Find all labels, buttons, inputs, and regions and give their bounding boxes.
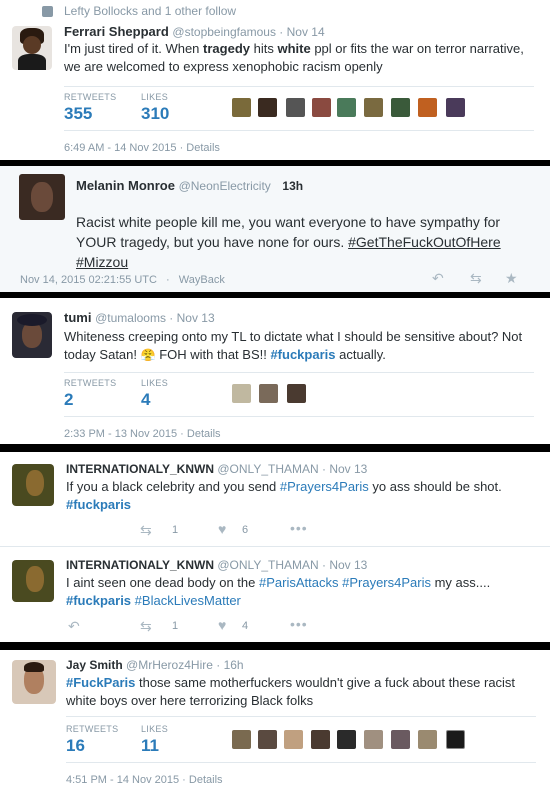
- author-handle[interactable]: @MrHeroz4Hire · 16h: [126, 658, 244, 672]
- liker-avatar[interactable]: [258, 98, 277, 117]
- footer-date: Nov 14, 2015 02:21:55 UTC · WayBack: [20, 274, 225, 286]
- author-name[interactable]: INTERNATIONALY_KNWN: [66, 462, 214, 476]
- tweet-panel-4: INTERNATIONALY_KNWN @ONLY_THAMAN · Nov 1…: [0, 452, 550, 642]
- liker-avatar[interactable]: [446, 730, 465, 749]
- likes-label: LIKES: [141, 724, 169, 734]
- liker-avatar[interactable]: [232, 98, 251, 117]
- reply-icon[interactable]: ↶: [432, 270, 444, 287]
- author-name[interactable]: Ferrari Sheppard: [64, 24, 169, 39]
- heart-icon[interactable]: ♥: [218, 617, 226, 633]
- liker-avatar[interactable]: [232, 384, 251, 403]
- hashtag-link[interactable]: #fuckparis: [66, 497, 131, 512]
- retweet-count: 1: [172, 620, 179, 632]
- tweet-text: If you a black celebrity and you send #P…: [66, 479, 502, 512]
- follow-person-icon: [42, 6, 53, 17]
- liker-avatar[interactable]: [391, 98, 410, 117]
- liker-avatar[interactable]: [418, 98, 437, 117]
- liker-avatar[interactable]: [284, 730, 303, 749]
- more-icon[interactable]: •••: [290, 520, 308, 536]
- tweet-text: #FuckParis those same motherfuckers woul…: [66, 675, 516, 708]
- tweet-panel-2: Melanin Monroe @NeonElectricity 13h Raci…: [0, 166, 550, 292]
- liker-avatar[interactable]: [312, 98, 331, 117]
- liker-avatar[interactable]: [259, 384, 278, 403]
- follow-notice[interactable]: Lefty Bollocks and 1 other follow: [64, 4, 236, 18]
- like-count: 6: [242, 524, 249, 536]
- liker-avatar[interactable]: [286, 98, 305, 117]
- tweet-panel-3: tumi @tumalooms · Nov 13 Whiteness creep…: [0, 298, 550, 444]
- liker-avatar[interactable]: [364, 730, 383, 749]
- retweets-label: RETWEETS: [64, 378, 117, 388]
- liker-avatar[interactable]: [446, 98, 465, 117]
- avatar[interactable]: [12, 26, 52, 70]
- liker-avatar[interactable]: [337, 730, 356, 749]
- retweets-label: RETWEETS: [64, 92, 117, 102]
- emoji: 😤: [140, 348, 156, 362]
- hashtag-link[interactable]: #Prayers4Paris: [280, 479, 369, 494]
- author-handle[interactable]: @ONLY_THAMAN · Nov 13: [217, 558, 367, 572]
- retweets-count[interactable]: 2: [64, 390, 73, 410]
- liker-avatar[interactable]: [311, 730, 330, 749]
- avatar[interactable]: [19, 174, 65, 220]
- wayback-link[interactable]: WayBack: [179, 274, 225, 286]
- retweet-icon[interactable]: ⇆: [470, 270, 482, 287]
- retweet-icon[interactable]: ⇆: [140, 522, 152, 539]
- timestamp[interactable]: 6:49 AM - 14 Nov 2015 · Details: [64, 142, 220, 154]
- heart-icon[interactable]: ♥: [218, 521, 226, 537]
- hashtag-link[interactable]: #ParisAttacks: [259, 575, 338, 590]
- liker-avatar[interactable]: [258, 730, 277, 749]
- retweets-count[interactable]: 16: [66, 736, 85, 756]
- liker-avatar[interactable]: [287, 384, 306, 403]
- tweet-text: I'm just tired of it. When tragedy hits …: [64, 41, 524, 74]
- avatar[interactable]: [12, 312, 52, 358]
- likes-label: LIKES: [141, 378, 169, 388]
- tweet-text: Racist white people kill me, you want ev…: [76, 214, 501, 270]
- hashtag-link[interactable]: #Prayers4Paris: [342, 575, 431, 590]
- retweets-label: RETWEETS: [66, 724, 119, 734]
- avatar[interactable]: [12, 660, 56, 704]
- like-count: 4: [242, 620, 249, 632]
- liker-avatar[interactable]: [232, 730, 251, 749]
- author-name[interactable]: Jay Smith: [66, 658, 123, 672]
- likes-count[interactable]: 11: [141, 736, 159, 756]
- retweets-count[interactable]: 355: [64, 104, 92, 124]
- likes-count[interactable]: 310: [141, 104, 169, 124]
- author-name[interactable]: tumi: [64, 310, 91, 325]
- avatar[interactable]: [12, 560, 54, 602]
- liker-avatar[interactable]: [364, 98, 383, 117]
- liker-avatar[interactable]: [337, 98, 356, 117]
- avatar[interactable]: [12, 464, 54, 506]
- tweet-panel-1: Lefty Bollocks and 1 other follow Ferrar…: [0, 0, 550, 160]
- author-handle[interactable]: @ONLY_THAMAN · Nov 13: [217, 462, 367, 476]
- more-icon[interactable]: •••: [290, 616, 308, 632]
- hashtag-link[interactable]: #FuckParis: [66, 675, 135, 690]
- tweet-text: Whiteness creeping onto my TL to dictate…: [64, 329, 523, 362]
- hashtag-link[interactable]: #fuckparis: [66, 593, 131, 608]
- likes-count[interactable]: 4: [141, 390, 150, 410]
- retweet-count: 1: [172, 524, 179, 536]
- liker-avatar[interactable]: [418, 730, 437, 749]
- author-handle[interactable]: @stopbeingfamous · Nov 14: [172, 25, 324, 39]
- retweet-icon[interactable]: ⇆: [140, 618, 152, 635]
- author-handle[interactable]: @NeonElectricity: [179, 179, 271, 193]
- author-name[interactable]: INTERNATIONALY_KNWN: [66, 558, 214, 572]
- star-icon[interactable]: ★: [505, 270, 518, 287]
- timestamp[interactable]: 4:51 PM - 14 Nov 2015 · Details: [66, 774, 223, 786]
- tweet-panel-5: Jay Smith @MrHeroz4Hire · 16h #FuckParis…: [0, 650, 550, 791]
- hashtag-link[interactable]: #BlackLivesMatter: [135, 593, 241, 608]
- author-name[interactable]: Melanin Monroe: [76, 178, 175, 193]
- tweet-text: I aint seen one dead body on the #ParisA…: [66, 575, 491, 608]
- hashtag-link[interactable]: #fuckparis: [270, 347, 335, 362]
- likes-label: LIKES: [141, 92, 169, 102]
- timestamp[interactable]: 2:33 PM - 13 Nov 2015 · Details: [64, 428, 221, 440]
- liker-avatar[interactable]: [391, 730, 410, 749]
- reply-icon[interactable]: ↶: [68, 618, 80, 635]
- author-handle[interactable]: @tumalooms · Nov 13: [95, 311, 215, 325]
- tweet-time[interactable]: 13h: [282, 179, 303, 193]
